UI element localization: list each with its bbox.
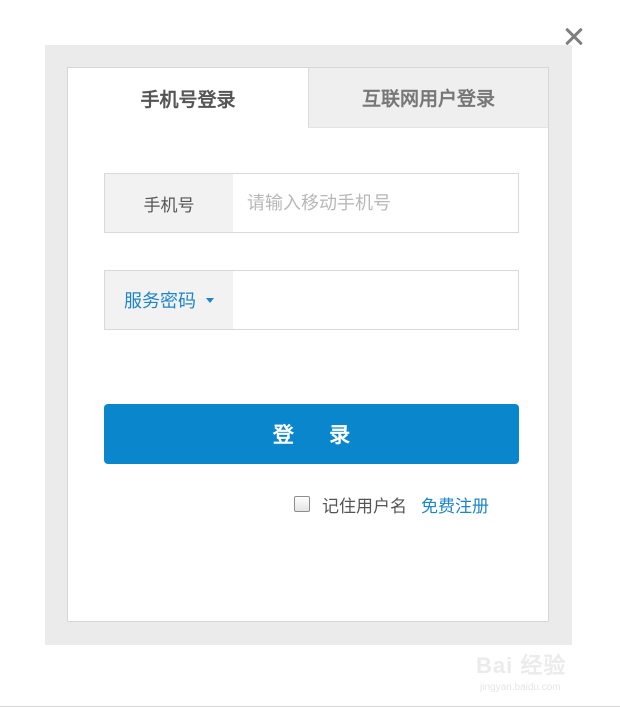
tab-internet-user-login[interactable]: 互联网用户登录	[308, 68, 548, 128]
login-modal-stage: 手机号登录 互联网用户登录 手机号 服务密码 登 录 记住用户名 免费注册	[0, 0, 620, 710]
watermark: Bai 经验 jingyan.baidu.com	[476, 648, 588, 696]
remember-row: 记住用户名 免费注册	[294, 490, 489, 518]
remember-label: 记住用户名	[322, 496, 407, 517]
remember-checkbox[interactable]	[294, 496, 310, 512]
tab-phone-login[interactable]: 手机号登录	[68, 68, 308, 128]
phone-field-label: 手机号	[105, 174, 233, 232]
phone-input[interactable]	[233, 174, 518, 232]
dialog-frame: 手机号登录 互联网用户登录 手机号 服务密码 登 录 记住用户名 免费注册	[45, 45, 572, 645]
password-type-label: 服务密码	[124, 291, 196, 312]
phone-field: 手机号	[104, 173, 519, 233]
password-input[interactable]	[233, 271, 518, 329]
login-card: 手机号登录 互联网用户登录 手机号 服务密码 登 录 记住用户名 免费注册	[67, 67, 549, 622]
register-link[interactable]: 免费注册	[421, 492, 489, 517]
password-type-dropdown[interactable]: 服务密码	[105, 271, 233, 329]
password-field: 服务密码	[104, 270, 519, 330]
watermark-url: jingyan.baidu.com	[480, 682, 561, 693]
caret-down-icon	[206, 297, 214, 303]
login-tabs: 手机号登录 互联网用户登录	[68, 68, 548, 128]
login-button[interactable]: 登 录	[104, 404, 519, 464]
watermark-brand: Bai 经验	[476, 653, 567, 678]
bottom-divider	[0, 706, 620, 707]
